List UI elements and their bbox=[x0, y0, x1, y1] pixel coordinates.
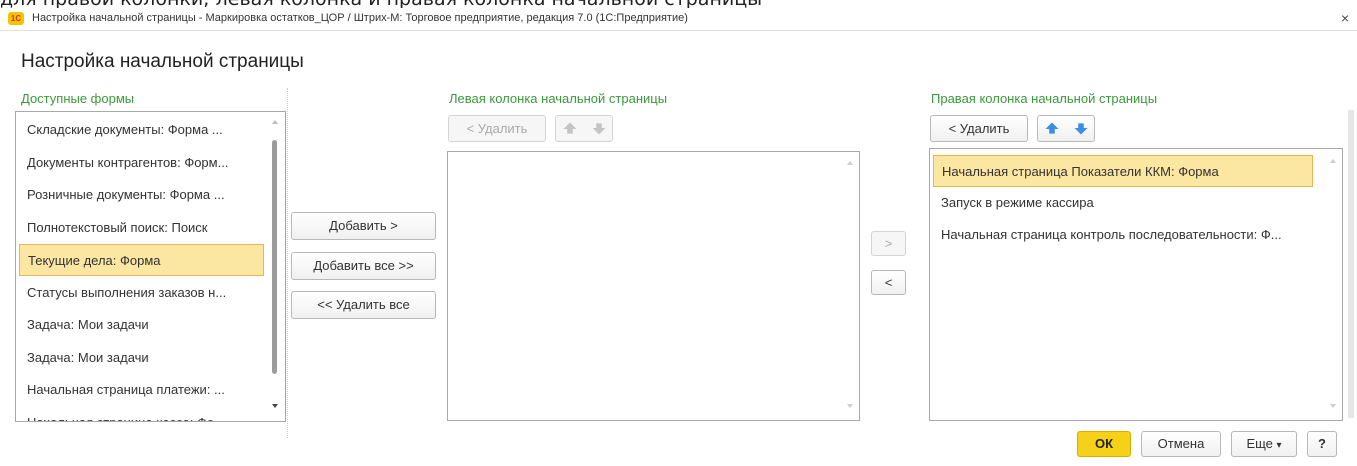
right-list-item[interactable]: Начальная страница Показатели ККМ: Форма bbox=[933, 155, 1313, 187]
move-right-button[interactable]: > bbox=[871, 231, 906, 256]
right-column-title: Правая колонка начальной страницы bbox=[931, 91, 1158, 106]
window-title: Настройка начальной страницы - Маркировк… bbox=[32, 12, 688, 24]
scroll-thumb bbox=[272, 140, 277, 374]
available-list-item[interactable]: Документы контрагентов: Форм... bbox=[19, 147, 264, 179]
right-scrollbar[interactable] bbox=[1327, 151, 1339, 416]
logo-icon: 1С bbox=[8, 12, 24, 25]
help-button[interactable]: ? bbox=[1307, 431, 1337, 457]
chevron-down-icon: ▾ bbox=[1276, 440, 1282, 451]
available-list-item[interactable]: Полнотекстовый поиск: Поиск bbox=[19, 212, 264, 244]
scroll-down-icon bbox=[272, 404, 278, 408]
window-edge bbox=[1348, 110, 1354, 418]
more-label: Еще bbox=[1246, 436, 1273, 451]
available-list-item[interactable]: Начальная страница платежи: ... bbox=[19, 374, 264, 406]
move-left-button[interactable]: < bbox=[871, 270, 906, 295]
right-list-item[interactable]: Начальная страница контроль последовател… bbox=[933, 219, 1313, 251]
available-scrollbar[interactable] bbox=[268, 114, 282, 417]
right-list-item[interactable]: Запуск в режиме кассира bbox=[933, 187, 1313, 219]
available-list-item[interactable]: Задача: Мои задачи bbox=[19, 309, 264, 341]
right-move-buttons[interactable] bbox=[1037, 115, 1095, 142]
arrow-down-icon[interactable] bbox=[1067, 116, 1095, 141]
left-move-buttons[interactable] bbox=[555, 115, 613, 142]
more-button[interactable]: Еще ▾ bbox=[1231, 431, 1297, 457]
right-column-list[interactable]: Начальная страница Показатели ККМ: Форма… bbox=[929, 148, 1343, 421]
left-column-title: Левая колонка начальной страницы bbox=[449, 91, 668, 106]
scroll-up-icon bbox=[1330, 159, 1336, 163]
available-list-item[interactable]: Розничные документы: Форма ... bbox=[19, 179, 264, 211]
page-title: Настройка начальной страницы bbox=[21, 51, 304, 72]
divider bbox=[287, 88, 288, 438]
close-icon[interactable]: × bbox=[1341, 10, 1349, 26]
arrow-down-icon[interactable] bbox=[585, 116, 613, 141]
scroll-up-icon bbox=[272, 120, 278, 124]
scroll-up-icon bbox=[847, 161, 853, 165]
available-list-item[interactable]: Начальная страница касса: Фо... bbox=[19, 407, 264, 422]
ok-button[interactable]: ОК bbox=[1077, 431, 1131, 457]
left-remove-button[interactable]: < Удалить bbox=[448, 115, 546, 142]
cancel-button[interactable]: Отмена bbox=[1141, 431, 1221, 457]
left-scrollbar[interactable] bbox=[844, 154, 856, 416]
available-list-item[interactable]: Задача: Мои задачи bbox=[19, 342, 264, 374]
available-forms-list[interactable]: Складские документы: Форма ... Документы … bbox=[15, 111, 286, 422]
scroll-down-icon bbox=[1330, 404, 1336, 408]
scroll-down-icon bbox=[847, 404, 853, 408]
add-button[interactable]: Добавить > bbox=[291, 212, 436, 240]
window-titlebar: 1С Настройка начальной страницы - Маркир… bbox=[0, 8, 1357, 31]
remove-all-button[interactable]: << Удалить все bbox=[291, 291, 436, 319]
left-column-list[interactable] bbox=[447, 151, 860, 421]
available-list-item[interactable]: Текущие дела: Форма bbox=[19, 244, 264, 276]
available-forms-title: Доступные формы bbox=[21, 91, 135, 106]
available-list-item[interactable]: Статусы выполнения заказов н... bbox=[19, 277, 264, 309]
right-remove-button[interactable]: < Удалить bbox=[930, 115, 1028, 142]
add-all-button[interactable]: Добавить все >> bbox=[291, 252, 436, 280]
arrow-up-icon[interactable] bbox=[1038, 116, 1066, 141]
arrow-up-icon[interactable] bbox=[556, 116, 584, 141]
available-list-item[interactable]: Складские документы: Форма ... bbox=[19, 114, 264, 146]
